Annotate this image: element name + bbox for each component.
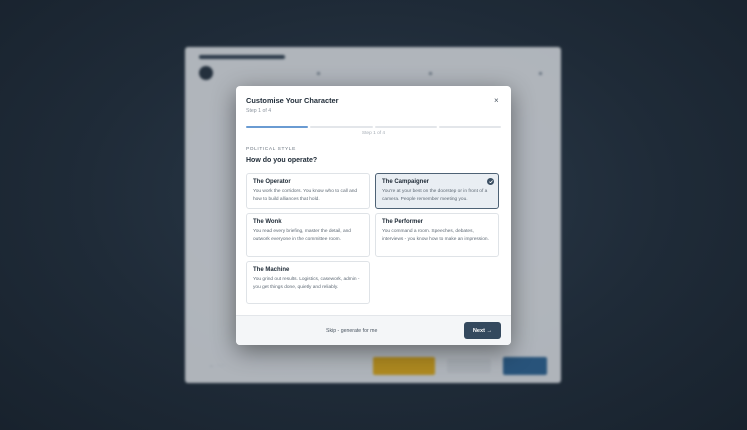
option-description: You command a room. Speeches, debates, i… <box>382 229 489 242</box>
background-blue-button <box>503 357 547 375</box>
option-description: You're at your best on the doorstep or i… <box>382 189 488 202</box>
check-icon <box>487 178 494 185</box>
progress-segment <box>310 126 373 128</box>
progress-segment <box>438 126 501 128</box>
modal-title: Customise Your Character <box>246 96 339 105</box>
skip-generate-button[interactable]: Skip - generate for me <box>326 328 377 334</box>
option-title: The Wonk <box>253 219 282 225</box>
option-card-campaigner[interactable]: The Campaigner You're at your best on th… <box>375 173 499 209</box>
step-progress-bar <box>246 126 501 128</box>
progress-step-text: Step 1 of 4 <box>361 131 386 136</box>
next-button[interactable]: Next → <box>464 322 501 339</box>
background-back-link: ← ···· <box>209 363 225 369</box>
option-description: You grind out results. Logistics, casewo… <box>253 277 360 290</box>
customise-character-modal: Customise Your Character Step 1 of 4 × S… <box>236 86 511 345</box>
background-title-bar <box>199 55 285 59</box>
option-card-machine[interactable]: The Machine You grind out results. Logis… <box>246 261 370 304</box>
background-step-dot <box>539 72 542 75</box>
background-grey-button <box>447 359 491 373</box>
background-step-circle <box>199 66 213 80</box>
option-card-operator[interactable]: The Operator You work the corridors. You… <box>246 173 370 209</box>
option-title: The Machine <box>253 267 290 273</box>
option-title: The Campaigner <box>382 179 430 185</box>
background-yellow-button <box>373 357 435 375</box>
modal-footer: Skip - generate for me Next → <box>236 315 511 345</box>
question-heading: How do you operate? <box>246 157 318 164</box>
option-title: The Performer <box>382 219 424 225</box>
close-icon[interactable]: × <box>494 96 499 105</box>
background-step-dot <box>429 72 432 75</box>
modal-subtitle: Step 1 of 4 <box>246 108 272 114</box>
option-card-performer[interactable]: The Performer You command a room. Speech… <box>375 213 499 257</box>
option-description: You read every briefing, master the deta… <box>253 229 351 242</box>
progress-segment <box>374 126 437 128</box>
option-title: The Operator <box>253 179 291 185</box>
section-label: POLITICAL STYLE <box>246 147 296 152</box>
background-step-dot <box>317 72 320 75</box>
option-description: You work the corridors. You know who to … <box>253 189 358 202</box>
progress-segment <box>246 126 309 128</box>
option-card-wonk[interactable]: The Wonk You read every briefing, master… <box>246 213 370 257</box>
